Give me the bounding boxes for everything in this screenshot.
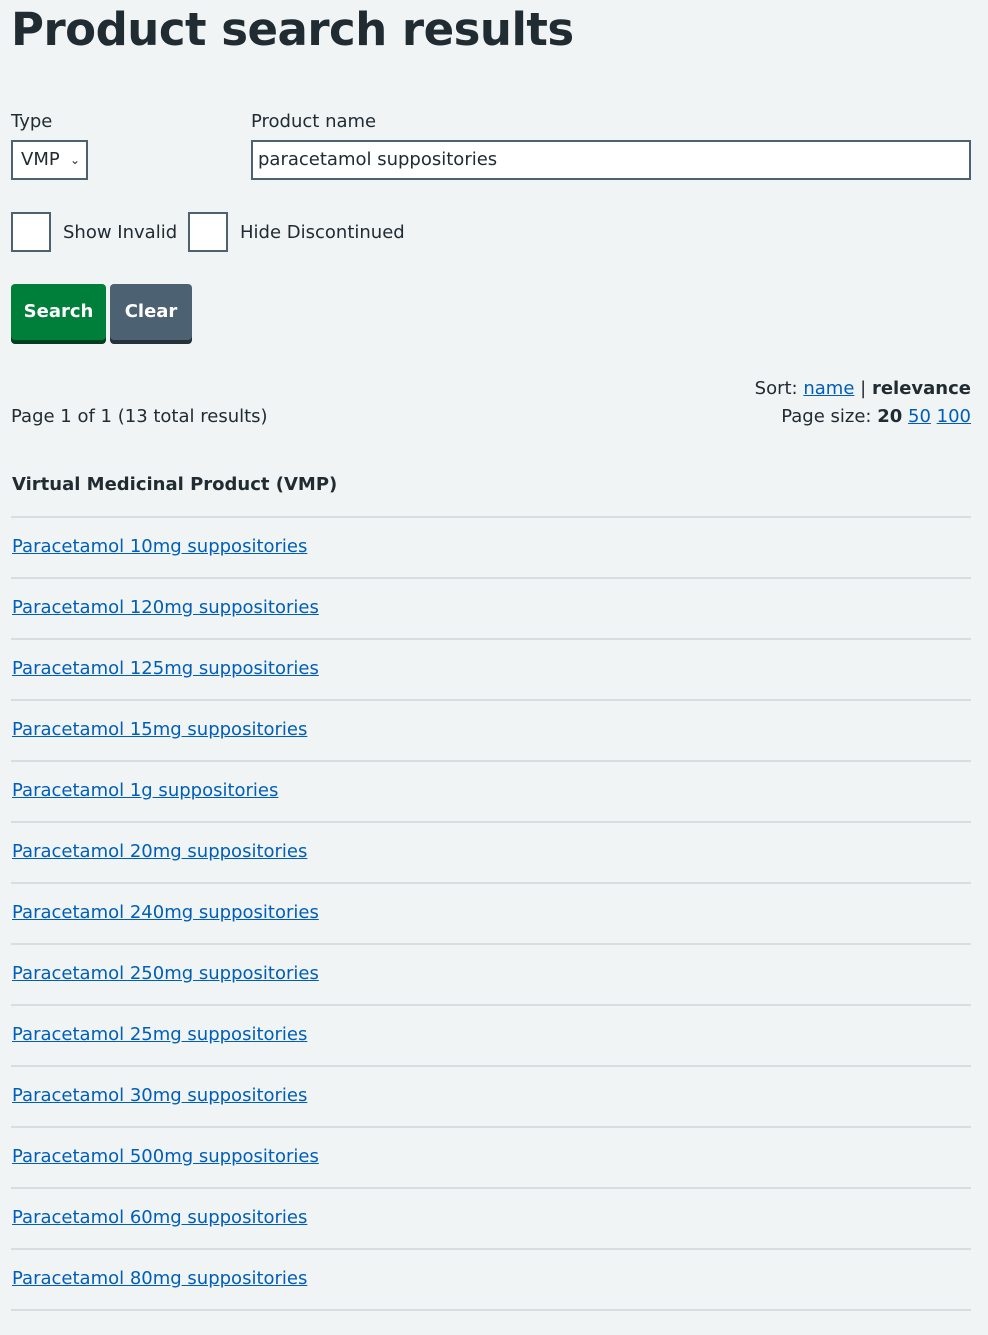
result-link[interactable]: Paracetamol 15mg suppositories bbox=[12, 719, 307, 740]
type-select-value: VMP bbox=[21, 149, 60, 170]
list-item: Paracetamol 30mg suppositories bbox=[11, 1065, 971, 1126]
hide-discontinued-checkbox[interactable] bbox=[188, 212, 228, 252]
show-invalid-label: Show Invalid bbox=[63, 222, 178, 243]
list-item: Paracetamol 1g suppositories bbox=[11, 760, 971, 821]
sort-label: Sort: bbox=[754, 378, 798, 399]
chevron-down-icon: ⌄ bbox=[69, 153, 80, 167]
sort-by-relevance-current: relevance bbox=[871, 378, 971, 399]
result-link[interactable]: Paracetamol 30mg suppositories bbox=[12, 1085, 307, 1106]
search-button[interactable]: Search bbox=[11, 284, 106, 340]
hide-discontinued-label: Hide Discontinued bbox=[240, 222, 405, 243]
page-size-50-link[interactable]: 50 bbox=[908, 406, 931, 427]
page-size-current: 20 bbox=[877, 406, 903, 427]
list-item: Paracetamol 15mg suppositories bbox=[11, 699, 971, 760]
page-size-100-link[interactable]: 100 bbox=[937, 406, 971, 427]
product-name-label: Product name bbox=[251, 111, 377, 132]
page-title: Product search results bbox=[11, 3, 574, 56]
results-list: Paracetamol 10mg suppositories Paracetamo… bbox=[11, 516, 971, 1311]
list-item: Paracetamol 80mg suppositories bbox=[11, 1248, 971, 1311]
list-item: Paracetamol 20mg suppositories bbox=[11, 821, 971, 882]
list-item: Paracetamol 10mg suppositories bbox=[11, 516, 971, 577]
product-name-input[interactable]: paracetamol suppositories bbox=[251, 140, 971, 180]
result-link[interactable]: Paracetamol 60mg suppositories bbox=[12, 1207, 307, 1228]
sort-separator: | bbox=[860, 378, 867, 399]
sort-by-name-link[interactable]: name bbox=[803, 378, 854, 399]
type-label: Type bbox=[11, 111, 53, 132]
show-invalid-checkbox[interactable] bbox=[11, 212, 51, 252]
result-link[interactable]: Paracetamol 25mg suppositories bbox=[12, 1024, 307, 1045]
type-select[interactable]: VMP ⌄ bbox=[11, 140, 88, 180]
page-size-options: Page size: 20 50 100 bbox=[781, 406, 971, 428]
result-link[interactable]: Paracetamol 20mg suppositories bbox=[12, 841, 307, 862]
result-link[interactable]: Paracetamol 1g suppositories bbox=[12, 780, 278, 801]
list-item: Paracetamol 125mg suppositories bbox=[11, 638, 971, 699]
result-link[interactable]: Paracetamol 500mg suppositories bbox=[12, 1146, 319, 1167]
list-item: Paracetamol 250mg suppositories bbox=[11, 943, 971, 1004]
list-item: Paracetamol 60mg suppositories bbox=[11, 1187, 971, 1248]
section-heading: Virtual Medicinal Product (VMP) bbox=[12, 474, 338, 495]
result-link[interactable]: Paracetamol 120mg suppositories bbox=[12, 597, 319, 618]
result-link[interactable]: Paracetamol 10mg suppositories bbox=[12, 536, 307, 557]
clear-button[interactable]: Clear bbox=[110, 284, 192, 340]
list-item: Paracetamol 120mg suppositories bbox=[11, 577, 971, 638]
list-item: Paracetamol 25mg suppositories bbox=[11, 1004, 971, 1065]
result-link[interactable]: Paracetamol 125mg suppositories bbox=[12, 658, 319, 679]
result-link[interactable]: Paracetamol 240mg suppositories bbox=[12, 902, 319, 923]
result-link[interactable]: Paracetamol 80mg suppositories bbox=[12, 1268, 307, 1289]
list-item: Paracetamol 240mg suppositories bbox=[11, 882, 971, 943]
list-item: Paracetamol 500mg suppositories bbox=[11, 1126, 971, 1187]
page-info: Page 1 of 1 (13 total results) bbox=[11, 406, 268, 427]
page-size-label: Page size: bbox=[781, 406, 872, 427]
result-link[interactable]: Paracetamol 250mg suppositories bbox=[12, 963, 319, 984]
sort-options: Sort: name | relevance bbox=[755, 378, 971, 400]
